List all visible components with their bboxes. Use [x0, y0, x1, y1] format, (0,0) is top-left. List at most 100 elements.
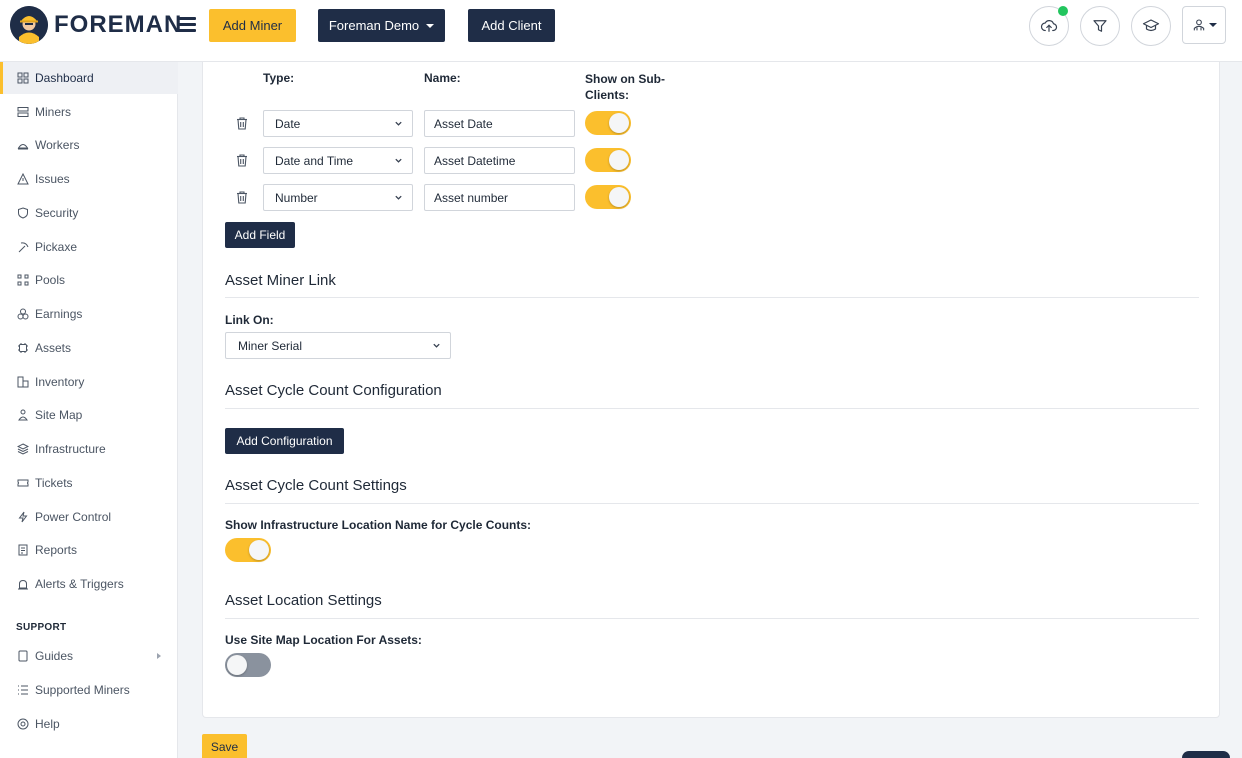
sidebar-item-dashboard[interactable]: Dashboard: [0, 62, 178, 94]
user-menu-button[interactable]: [1182, 6, 1226, 44]
sidebar-item-workers[interactable]: Workers: [0, 129, 178, 161]
section-title-cycle-settings: Asset Cycle Count Settings: [225, 477, 407, 494]
report-icon: [17, 544, 29, 556]
layers-icon: [17, 443, 29, 455]
show-sub-clients-toggle[interactable]: [585, 148, 631, 172]
toggle-knob: [249, 540, 269, 560]
add-client-button[interactable]: Add Client: [468, 9, 555, 42]
chip-icon: [17, 342, 29, 354]
save-button[interactable]: Save: [202, 734, 247, 758]
brand-name: FOREMAN: [54, 11, 183, 38]
bolt-icon: [17, 511, 29, 523]
sidebar-item-power-control[interactable]: Power Control: [0, 501, 178, 533]
top-navbar: FOREMAN Add Miner Foreman Demo Add Clien…: [0, 0, 1242, 62]
sidebar-item-alerts-triggers[interactable]: Alerts & Triggers: [0, 568, 178, 600]
pickaxe-icon: [17, 241, 29, 253]
coins-icon: [17, 308, 29, 320]
divider: [225, 297, 1199, 298]
sitemap-location-label: Use Site Map Location For Assets:: [225, 633, 422, 647]
sidebar-item-pools[interactable]: Pools: [0, 264, 178, 296]
list-icon: [17, 684, 29, 696]
academy-button[interactable]: [1131, 6, 1171, 46]
caret-down-icon: [426, 23, 435, 28]
sidebar-item-miners[interactable]: Miners: [0, 96, 178, 128]
book-icon: [17, 650, 29, 662]
sidebar-item-guides[interactable]: Guides: [0, 640, 178, 672]
sidebar-item-security[interactable]: Security: [0, 197, 178, 229]
ticket-icon: [17, 477, 29, 489]
field-name-input[interactable]: Asset Date: [424, 110, 575, 137]
section-title-miner-link: Asset Miner Link: [225, 272, 336, 289]
graduation-cap-icon: [1142, 19, 1160, 32]
infra-location-label: Show Infrastructure Location Name for Cy…: [225, 518, 532, 532]
foreman-logo[interactable]: [10, 6, 48, 44]
user-icon: [1193, 19, 1205, 31]
server-icon: [17, 106, 29, 118]
show-sub-clients-toggle[interactable]: [585, 111, 631, 135]
link-on-label: Link On:: [225, 313, 274, 327]
sidebar-item-earnings[interactable]: Earnings: [0, 298, 178, 330]
field-name-input[interactable]: Asset Datetime: [424, 147, 575, 174]
toggle-knob: [609, 187, 629, 207]
field-type-select[interactable]: Number: [263, 184, 413, 211]
chevron-down-icon: [395, 158, 402, 163]
section-title-cycle-config: Asset Cycle Count Configuration: [225, 382, 442, 399]
filter-button[interactable]: [1080, 6, 1120, 46]
menu-toggle-icon[interactable]: [178, 16, 196, 32]
toggle-knob: [609, 113, 629, 133]
sidebar-item-pickaxe[interactable]: Pickaxe: [0, 231, 178, 263]
chevron-down-icon: [395, 195, 402, 200]
filter-icon: [1093, 20, 1107, 32]
warning-icon: [17, 173, 29, 185]
chevron-down-icon: [395, 121, 402, 126]
status-online-dot: [1058, 6, 1068, 16]
toggle-knob: [227, 655, 247, 675]
chevron-right-icon: [157, 653, 161, 659]
column-header-show-sub-clients: Show on Sub- Clients:: [585, 72, 665, 102]
shield-icon: [17, 207, 29, 219]
asset-settings-card: Type: Name: Show on Sub- Clients: Date A…: [202, 62, 1220, 718]
column-header-type: Type:: [263, 71, 295, 85]
add-configuration-button[interactable]: Add Configuration: [225, 428, 344, 454]
divider: [225, 618, 1199, 619]
sidebar-item-infrastructure[interactable]: Infrastructure: [0, 433, 178, 465]
field-type-select[interactable]: Date and Time: [263, 147, 413, 174]
section-title-location-settings: Asset Location Settings: [225, 592, 382, 609]
sidebar-item-tickets[interactable]: Tickets: [0, 467, 178, 499]
trash-icon[interactable]: [235, 116, 249, 130]
sitemap-icon: [17, 409, 29, 421]
divider: [225, 408, 1199, 409]
sidebar-item-site-map[interactable]: Site Map: [0, 399, 178, 431]
link-on-select[interactable]: Miner Serial: [225, 332, 451, 359]
client-select-dropdown[interactable]: Foreman Demo: [318, 9, 445, 42]
toggle-knob: [609, 150, 629, 170]
sidebar-item-supported-miners[interactable]: Supported Miners: [0, 674, 178, 706]
sidebar-item-reports[interactable]: Reports: [0, 534, 178, 566]
workers-icon: [17, 139, 29, 151]
alarm-icon: [17, 578, 29, 590]
support-heading: SUPPORT: [16, 622, 67, 633]
add-miner-button[interactable]: Add Miner: [209, 9, 296, 42]
trash-icon[interactable]: [235, 190, 249, 204]
infra-location-toggle[interactable]: [225, 538, 271, 562]
sitemap-location-toggle[interactable]: [225, 653, 271, 677]
chevron-down-icon: [433, 343, 440, 348]
add-field-button[interactable]: Add Field: [225, 222, 295, 248]
sidebar-item-assets[interactable]: Assets: [0, 332, 178, 364]
chat-widget-tab[interactable]: [1182, 751, 1230, 758]
sidebar: Dashboard Miners Workers Issues Security…: [0, 62, 178, 758]
column-header-name: Name:: [424, 71, 461, 85]
help-icon: [17, 718, 29, 730]
trash-icon[interactable]: [235, 153, 249, 167]
show-sub-clients-toggle[interactable]: [585, 185, 631, 209]
dashboard-icon: [17, 72, 29, 84]
field-name-input[interactable]: Asset number: [424, 184, 575, 211]
sidebar-item-help[interactable]: Help: [0, 708, 178, 740]
divider: [225, 503, 1199, 504]
caret-down-icon: [1209, 23, 1217, 27]
field-type-select[interactable]: Date: [263, 110, 413, 137]
pools-icon: [17, 274, 29, 286]
sidebar-item-inventory[interactable]: Inventory: [0, 366, 178, 398]
inventory-icon: [17, 376, 29, 388]
sidebar-item-issues[interactable]: Issues: [0, 163, 178, 195]
